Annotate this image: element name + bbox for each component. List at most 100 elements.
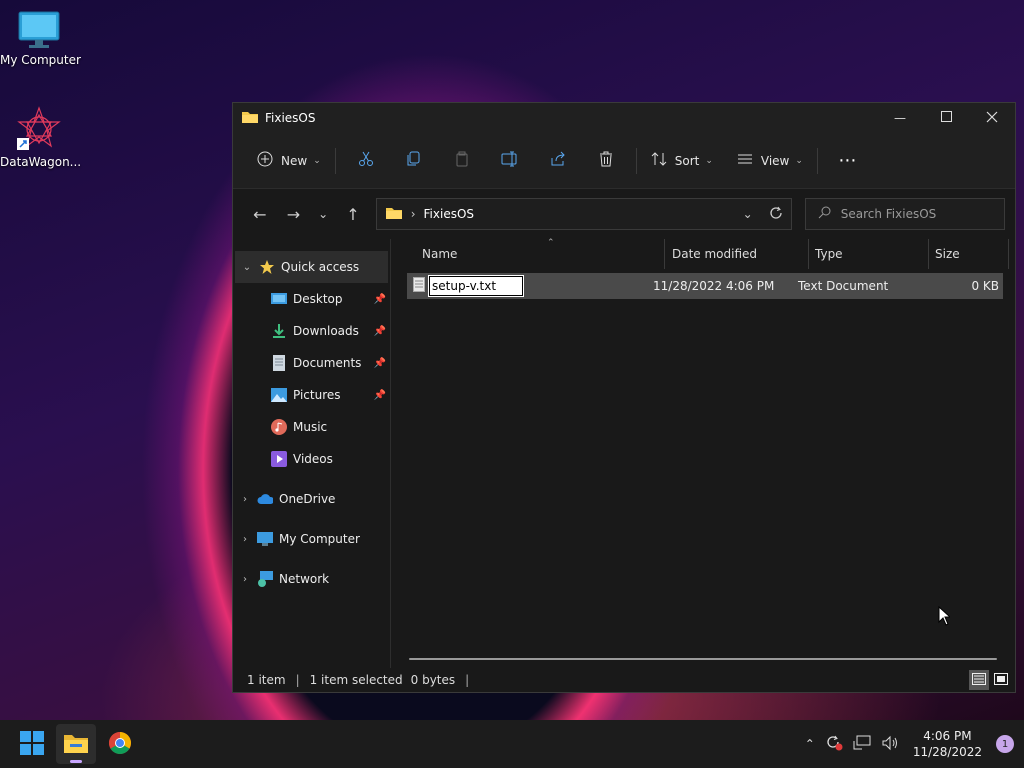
- more-options-button[interactable]: ⋯: [824, 144, 872, 178]
- expand-chevron-icon[interactable]: ⌄: [235, 262, 259, 273]
- mouse-cursor-icon: [938, 605, 952, 629]
- delete-button[interactable]: [582, 144, 630, 178]
- network-status-icon[interactable]: [853, 735, 871, 754]
- copy-button[interactable]: [390, 144, 438, 178]
- rename-input[interactable]: setup-v.txt: [428, 275, 524, 297]
- column-header-name[interactable]: Name ⌃: [407, 238, 665, 269]
- pin-icon[interactable]: 📌: [374, 326, 386, 337]
- music-icon: [271, 419, 287, 435]
- desktop-icon-my-computer[interactable]: My Computer: [0, 10, 81, 67]
- status-bar: 1 item | 1 item selected 0 bytes |: [233, 668, 1015, 692]
- title-bar[interactable]: FixiesOS —: [233, 103, 1015, 133]
- videos-icon: [271, 451, 287, 467]
- volume-icon[interactable]: [881, 735, 899, 754]
- column-label: Date modified: [672, 247, 758, 261]
- search-input[interactable]: Search FixiesOS: [804, 198, 1005, 230]
- status-divider: |: [295, 673, 300, 687]
- clock-time: 4:06 PM: [923, 729, 972, 743]
- sidebar-item-quick-access[interactable]: ⌄ Quick access: [235, 251, 388, 283]
- view-lines-icon: [737, 153, 753, 168]
- view-button[interactable]: View ⌄: [729, 144, 811, 178]
- trash-icon: [598, 151, 614, 170]
- back-button[interactable]: ←: [243, 199, 277, 229]
- sort-label: Sort: [674, 153, 700, 168]
- minimize-button[interactable]: —: [877, 103, 923, 133]
- clock[interactable]: 4:06 PM 11/28/2022: [913, 728, 982, 760]
- taskbar-chrome[interactable]: [100, 724, 140, 764]
- desktop-icon-label: My Computer: [0, 53, 81, 67]
- sync-alert-icon[interactable]: [825, 735, 843, 754]
- file-list: Name ⌃ Date modified Type Size setup-v.t…: [391, 238, 1015, 668]
- view-label: View: [760, 153, 790, 168]
- address-bar[interactable]: › FixiesOS ⌄: [375, 198, 792, 230]
- sidebar-item-my-computer[interactable]: › My Computer: [233, 523, 390, 555]
- horizontal-scrollbar[interactable]: [409, 658, 997, 660]
- sidebar-item-onedrive[interactable]: › OneDrive: [233, 483, 390, 515]
- expand-chevron-icon[interactable]: ›: [233, 534, 257, 545]
- clock-date: 11/28/2022: [912, 745, 982, 759]
- sidebar-item-music[interactable]: Music: [233, 411, 390, 443]
- sidebar-item-pictures[interactable]: Pictures 📌: [233, 379, 390, 411]
- paste-button[interactable]: [438, 144, 486, 178]
- toolbar-separator: [334, 147, 336, 174]
- address-dropdown-icon[interactable]: ⌄: [743, 207, 753, 221]
- sidebar-item-downloads[interactable]: Downloads 📌: [233, 315, 390, 347]
- folder-icon: [241, 110, 259, 127]
- sidebar-item-label: Music: [293, 420, 328, 434]
- table-row[interactable]: setup-v.txt 11/28/2022 4:06 PM Text Docu…: [407, 273, 1003, 299]
- sidebar-item-desktop[interactable]: Desktop 📌: [233, 283, 390, 315]
- cloud-icon: [257, 491, 273, 507]
- details-view-icon: [972, 672, 986, 688]
- navigation-pane: ⌄ Quick access Desktop 📌 Downloads 📌 Doc…: [233, 239, 391, 668]
- desktop-icon-label: DataWagon...: [0, 155, 82, 169]
- recent-locations-button[interactable]: ⌄: [310, 199, 336, 229]
- cut-button[interactable]: [342, 144, 390, 178]
- share-button[interactable]: [534, 144, 582, 178]
- large-icons-view-button[interactable]: [991, 670, 1011, 690]
- expand-chevron-icon[interactable]: ›: [233, 494, 257, 505]
- sidebar-item-documents[interactable]: Documents 📌: [233, 347, 390, 379]
- new-label: New: [281, 153, 308, 168]
- pin-icon[interactable]: 📌: [374, 358, 386, 369]
- search-placeholder: Search FixiesOS: [840, 207, 937, 221]
- arrow-up-icon: ↑: [346, 204, 360, 224]
- forward-button[interactable]: →: [277, 199, 311, 229]
- search-icon: [818, 206, 831, 222]
- sidebar-item-label: Network: [279, 572, 330, 586]
- pin-icon[interactable]: 📌: [374, 294, 386, 305]
- sort-button[interactable]: Sort ⌄: [643, 144, 721, 178]
- expand-chevron-icon[interactable]: ›: [233, 574, 257, 585]
- up-button[interactable]: ↑: [336, 199, 370, 229]
- more-icon: ⋯: [838, 150, 858, 171]
- text-file-icon: [413, 277, 425, 295]
- status-bytes: 0 bytes: [410, 673, 456, 687]
- column-header-size[interactable]: Size: [929, 239, 1009, 269]
- column-header-type[interactable]: Type: [809, 239, 929, 269]
- rename-button[interactable]: [486, 144, 534, 178]
- file-type: Text Document: [798, 279, 889, 293]
- new-button[interactable]: New ⌄: [249, 144, 329, 178]
- pin-icon[interactable]: 📌: [374, 390, 386, 401]
- show-hidden-icons-chevron-icon[interactable]: ⌃: [805, 737, 815, 751]
- sidebar-item-videos[interactable]: Videos: [233, 443, 390, 475]
- sidebar-item-label: Documents: [293, 356, 362, 370]
- window-title: FixiesOS: [265, 111, 316, 125]
- taskbar-file-explorer[interactable]: [56, 724, 96, 764]
- desktop-icon-datawagon[interactable]: DataWagon...: [0, 106, 82, 169]
- start-button[interactable]: [12, 724, 52, 764]
- sidebar-item-label: Videos: [293, 452, 333, 466]
- chevron-down-icon: ⌄: [705, 155, 713, 166]
- chrome-icon: [108, 731, 132, 758]
- sidebar-item-network[interactable]: › Network: [233, 563, 390, 595]
- close-button[interactable]: [969, 103, 1015, 133]
- details-view-button[interactable]: [969, 670, 989, 690]
- notification-badge[interactable]: 1: [996, 735, 1014, 753]
- refresh-icon[interactable]: [769, 206, 783, 223]
- breadcrumb-folder[interactable]: FixiesOS: [424, 207, 475, 221]
- arrow-left-icon: ←: [253, 204, 267, 224]
- scissors-icon: [358, 151, 374, 170]
- taskbar: ⌃ 4:06 PM 11/28/2022 1: [0, 720, 1024, 768]
- maximize-button[interactable]: [923, 103, 969, 133]
- column-header-date[interactable]: Date modified: [665, 239, 809, 269]
